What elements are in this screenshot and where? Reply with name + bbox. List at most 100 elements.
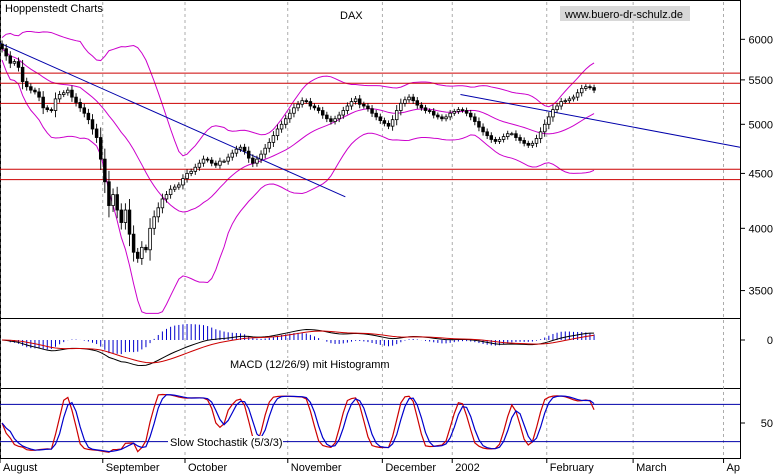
candle-body — [82, 107, 87, 114]
candle-body — [390, 119, 395, 127]
candle-body — [168, 188, 173, 196]
candle-body — [325, 114, 329, 120]
candle-body — [571, 96, 576, 100]
x-tick-label: December — [385, 462, 436, 474]
candle-body — [193, 166, 198, 172]
candle-body — [259, 153, 263, 160]
candle-body — [205, 158, 210, 161]
candle-body — [16, 61, 21, 68]
candle-body — [288, 112, 292, 120]
candle-body — [37, 91, 41, 98]
candle-body — [234, 148, 239, 154]
stoch-caption: Slow Stochastik (5/3/3) — [170, 437, 283, 449]
candle-body — [530, 142, 535, 146]
price-panel-frame — [0, 0, 741, 319]
candle-body — [164, 194, 169, 200]
candle-body — [493, 139, 498, 142]
candle-body — [111, 194, 115, 206]
candle-body — [308, 101, 313, 107]
stoch-d-line — [1, 394, 595, 453]
candle-body — [575, 92, 580, 98]
candle-body — [201, 158, 206, 164]
candle-body — [559, 101, 563, 107]
candle-body — [57, 94, 62, 100]
y-tick-label: 4500 — [749, 168, 773, 180]
candle-body — [300, 100, 304, 105]
candle-body — [230, 152, 235, 158]
candle-body — [49, 109, 54, 112]
candle-body — [123, 209, 128, 223]
candle-body — [497, 139, 502, 142]
candle-body — [341, 110, 346, 116]
y-tick-label: 4000 — [749, 223, 773, 235]
candle-body — [362, 103, 366, 107]
candle-body — [255, 158, 259, 164]
candle-body — [61, 92, 66, 95]
candle-body — [514, 133, 518, 138]
candle-body — [464, 110, 469, 114]
candle-body — [551, 109, 555, 118]
candle-body — [345, 105, 350, 111]
candle-body — [415, 100, 420, 106]
candle-body — [468, 112, 473, 118]
candle-body — [584, 86, 588, 89]
candle-body — [98, 137, 103, 160]
candle-body — [440, 116, 444, 120]
candle-body — [70, 89, 74, 98]
lower-band — [1, 59, 595, 314]
candle-body — [222, 160, 226, 163]
candle-body — [382, 120, 387, 124]
x-tick-label: September — [106, 462, 160, 474]
candle-body — [374, 112, 378, 118]
candle-body — [292, 107, 296, 114]
candle-body — [66, 89, 70, 94]
candle-body — [24, 81, 29, 88]
candles — [0, 40, 596, 265]
candle-body — [177, 184, 181, 188]
trendlines — [0, 42, 741, 198]
x-tick-label: February — [550, 462, 595, 474]
candle-body — [41, 96, 45, 109]
candle-body — [119, 209, 124, 223]
candle-body — [456, 109, 461, 112]
candle-body — [547, 116, 551, 125]
candle-body — [238, 146, 243, 150]
candle-body — [152, 216, 156, 229]
candle-body — [103, 158, 107, 183]
candle-body — [275, 128, 280, 137]
candle-body — [197, 162, 202, 168]
candle-body — [448, 112, 452, 118]
candle-body — [4, 48, 8, 57]
bollinger-bands — [1, 30, 595, 314]
candle-body — [423, 107, 428, 111]
candle-body — [135, 251, 140, 259]
candle-body — [386, 122, 391, 127]
candle-body — [477, 121, 481, 128]
candle-body — [127, 209, 132, 235]
candle-body — [156, 207, 161, 218]
candle-body — [357, 98, 362, 105]
stoch-panel-frame — [0, 388, 741, 459]
candle-body — [473, 116, 477, 122]
candle-body — [283, 118, 288, 125]
candle-body — [144, 246, 148, 251]
candle-body — [518, 137, 522, 141]
candle-body — [242, 146, 247, 152]
candle-body — [53, 98, 58, 111]
candle-body — [312, 105, 317, 109]
candle-body — [460, 109, 465, 112]
candle-body — [353, 98, 358, 102]
grid-lines — [0, 2, 724, 458]
candle-body — [267, 141, 272, 149]
brand-label: Hoppenstedt Charts — [5, 3, 103, 15]
candle-body — [366, 105, 370, 110]
candle-body — [316, 107, 321, 111]
dax-chart: 3500 4000 4500 5000 5500 6000 0 50 August Septem… — [0, 0, 773, 474]
candle-body — [538, 131, 543, 139]
candle-body — [370, 108, 374, 114]
candle-body — [296, 103, 300, 109]
candle-body — [436, 114, 440, 118]
candle-body — [33, 89, 37, 93]
candle-body — [172, 186, 177, 190]
candle-body — [20, 66, 25, 82]
